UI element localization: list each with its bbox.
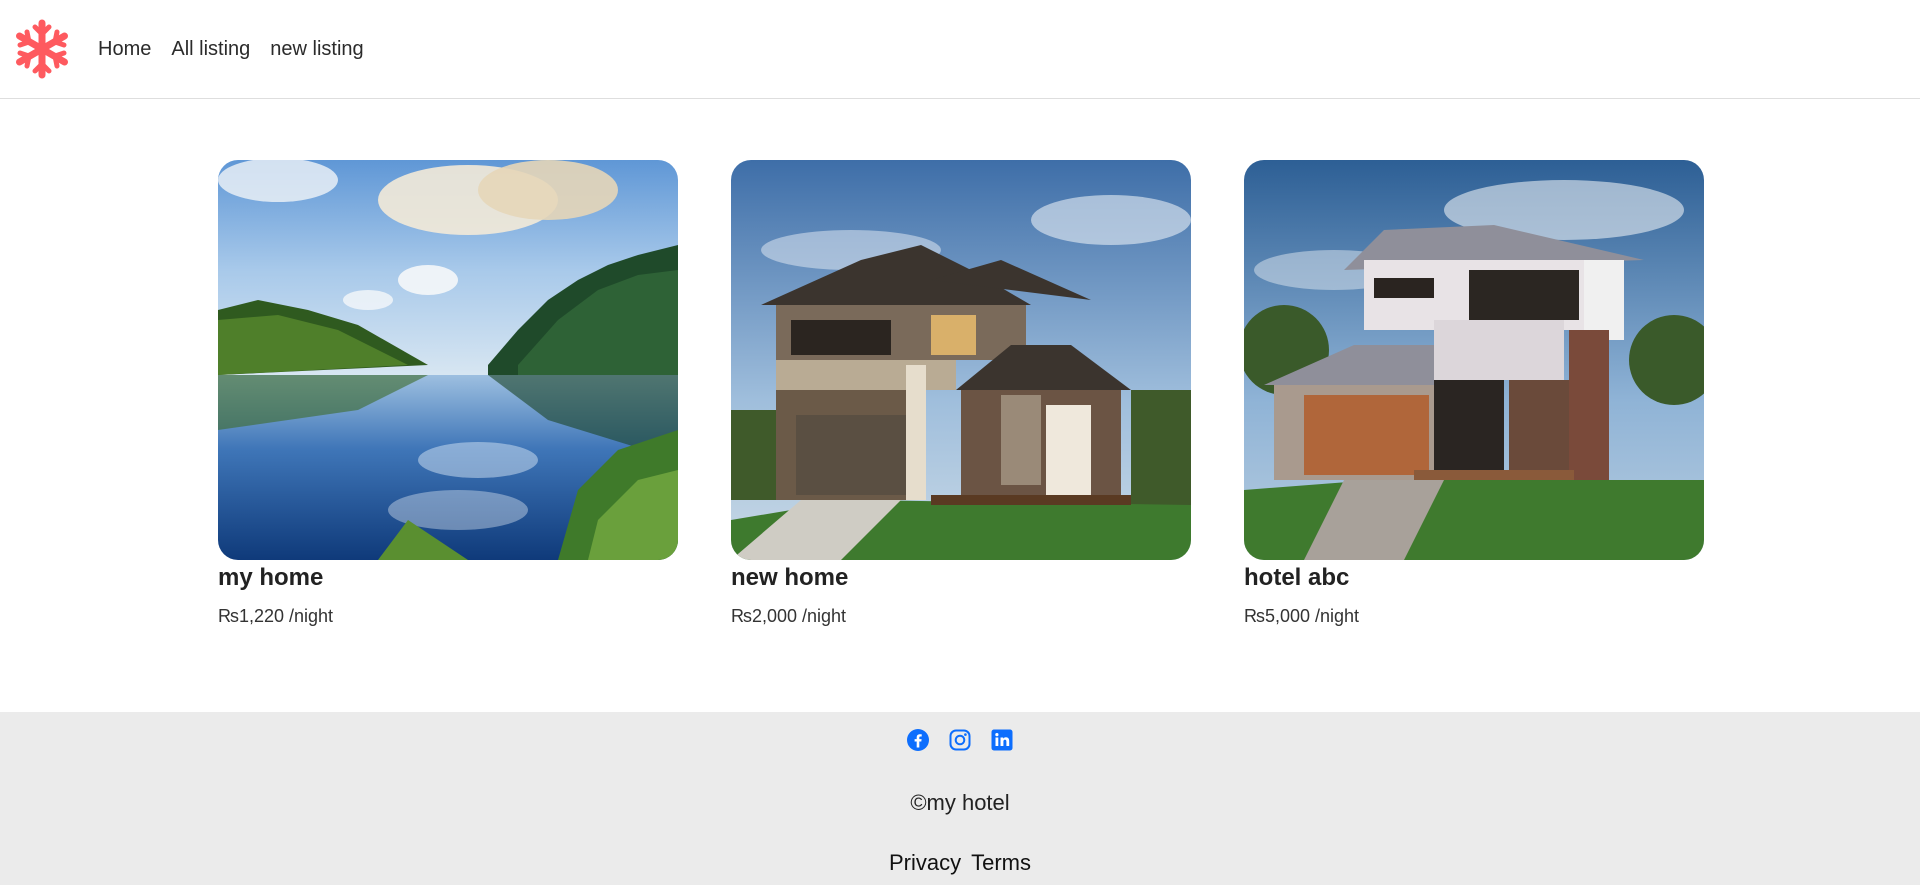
listing-price: ₨1,220 /night <box>218 606 334 626</box>
social-links <box>0 728 1920 752</box>
modern-house-photo <box>731 160 1191 560</box>
listings-grid: my home ₨1,220 /night new home ₨2,000 /n… <box>218 160 1704 628</box>
linkedin-icon[interactable] <box>990 728 1014 752</box>
listing-card[interactable]: my home ₨1,220 /night <box>218 160 678 628</box>
listing-title: hotel abc <box>1244 564 1350 591</box>
copyright-text: ©my hotel <box>910 790 1010 815</box>
listing-card[interactable]: hotel abc ₨5,000 /night <box>1244 160 1704 628</box>
listing-title: my home <box>218 564 324 591</box>
listing-title: new home <box>731 564 849 591</box>
privacy-link[interactable]: Privacy <box>889 850 961 876</box>
listing-price: ₨2,000 /night <box>731 606 847 626</box>
nav-links: Home All listing new listing <box>98 0 384 99</box>
listing-price: ₨5,000 /night <box>1244 606 1360 626</box>
lake-forest-photo <box>218 160 678 560</box>
nav-new-listing-link[interactable]: new listing <box>270 38 363 61</box>
navbar: Home All listing new listing <box>0 0 1920 99</box>
instagram-icon[interactable] <box>948 728 972 752</box>
snowflake-icon <box>14 18 70 80</box>
brand-logo[interactable] <box>14 18 70 80</box>
footer: ©my hotel Privacy Terms <box>0 712 1920 885</box>
two-storey-house-photo <box>1244 160 1704 560</box>
listing-card[interactable]: new home ₨2,000 /night <box>731 160 1191 628</box>
terms-link[interactable]: Terms <box>971 850 1031 876</box>
nav-home-link[interactable]: Home <box>98 38 151 61</box>
nav-all-listing-link[interactable]: All listing <box>171 38 250 61</box>
footer-links: Privacy Terms <box>0 850 1920 876</box>
facebook-icon[interactable] <box>906 728 930 752</box>
